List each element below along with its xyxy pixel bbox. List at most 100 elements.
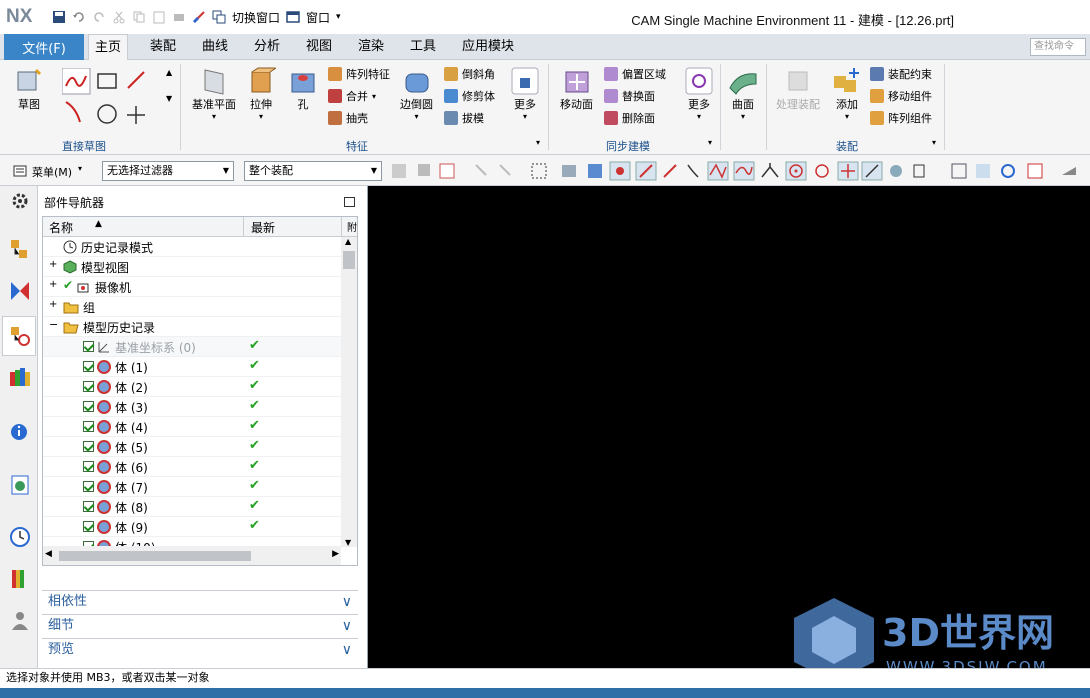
chevron-down-icon[interactable]: ▾ [212, 112, 216, 121]
scroll-thumb[interactable] [343, 251, 355, 269]
tree-row-body[interactable]: 体 (9) ✔ [43, 517, 341, 537]
system-material-icon[interactable] [9, 568, 31, 590]
visibility-checkbox[interactable] [83, 421, 94, 432]
tab-curve[interactable]: 曲线 [196, 34, 234, 60]
roles-icon[interactable] [9, 610, 31, 632]
tree-row-body[interactable]: 体 (4) ✔ [43, 417, 341, 437]
constraint-navigator-icon[interactable] [9, 280, 31, 302]
history-clock-icon[interactable] [9, 526, 31, 548]
tab-view[interactable]: 视图 [300, 34, 338, 60]
sketch-button[interactable]: 草图 [14, 66, 44, 112]
details-panel-header[interactable]: 细节 ∨ [42, 614, 358, 636]
tree-row-body[interactable]: 体 (6) ✔ [43, 457, 341, 477]
group-expand-icon[interactable]: ▾ [708, 138, 712, 147]
chevron-down-icon[interactable]: ▾ [78, 164, 82, 173]
part-navigator-tab[interactable] [2, 316, 36, 356]
web-browser-icon[interactable] [9, 474, 31, 496]
chevron-down-icon[interactable]: ▾ [414, 112, 418, 121]
process-assembly-button[interactable]: 处理装配 [776, 66, 820, 112]
command-search-input[interactable]: 查找命令 [1030, 38, 1086, 56]
visibility-checkbox[interactable] [83, 401, 94, 412]
assembly-navigator-icon[interactable] [9, 238, 31, 260]
tree-row-model-views[interactable]: + 模型视图 [43, 257, 341, 277]
snap-point-tools[interactable] [392, 161, 1082, 181]
visibility-checkbox[interactable] [83, 501, 94, 512]
tree-row-body[interactable]: 体 (3) ✔ [43, 397, 341, 417]
undo-icon[interactable] [72, 10, 86, 24]
more-features-button[interactable]: 更多 ▾ [510, 66, 540, 121]
unite-button[interactable]: 合并 ▾ [328, 86, 376, 106]
dependencies-panel-header[interactable]: 相依性 ∨ [42, 590, 358, 612]
visibility-checkbox[interactable] [83, 481, 94, 492]
more-sync-button[interactable]: 更多 ▾ [684, 66, 714, 121]
visibility-checkbox[interactable] [83, 461, 94, 472]
chevron-down-icon[interactable]: ▾ [523, 112, 527, 121]
add-component-button[interactable]: 添加 ▾ [832, 66, 862, 121]
chevron-down-icon[interactable]: ▾ [336, 12, 341, 22]
visibility-checkbox[interactable] [83, 341, 94, 352]
chevron-down-icon[interactable]: ▾ [741, 112, 745, 121]
group-expand-icon[interactable]: ▾ [536, 138, 540, 147]
tree-row-groups[interactable]: + 组 [43, 297, 341, 317]
datum-plane-button[interactable]: 基准平面 ▾ [192, 66, 236, 121]
copy-icon[interactable] [132, 10, 146, 24]
sort-ascending-icon[interactable]: ▲ [95, 219, 102, 229]
scroll-right-icon[interactable]: ▶ [332, 549, 339, 559]
preview-panel-header[interactable]: 预览 ∨ [42, 638, 358, 660]
vertical-scrollbar[interactable]: ▲ ▼ [341, 237, 357, 547]
repeat-command-icon[interactable] [172, 10, 186, 24]
expand-plus-icon[interactable]: + [49, 259, 57, 270]
tab-render[interactable]: 渲染 [352, 34, 390, 60]
scroll-left-icon[interactable]: ◀ [45, 549, 52, 559]
tree-row-body[interactable]: 体 (8) ✔ [43, 497, 341, 517]
tab-home[interactable]: 主页 [88, 34, 129, 60]
trim-body-button[interactable]: 修剪体 [444, 86, 495, 106]
settings-gear-icon[interactable] [9, 190, 31, 212]
visibility-checkbox[interactable] [83, 441, 94, 452]
tree-row-body[interactable]: 体 (5) ✔ [43, 437, 341, 457]
tab-analysis[interactable]: 分析 [248, 34, 286, 60]
chevron-down-icon[interactable]: ▾ [372, 92, 376, 101]
maximize-icon[interactable] [344, 197, 355, 207]
collapse-minus-icon[interactable]: − [49, 318, 58, 331]
chevron-down-icon[interactable]: ▾ [845, 112, 849, 121]
cut-icon[interactable] [112, 10, 126, 24]
tab-assembly[interactable]: 装配 [144, 34, 182, 60]
column-header-name[interactable]: 名称 [49, 219, 73, 236]
draft-button[interactable]: 拔模 [444, 108, 484, 128]
expand-plus-icon[interactable]: + [49, 279, 57, 290]
surface-button[interactable]: 曲面 ▾ [728, 66, 758, 121]
visibility-checkbox[interactable] [83, 361, 94, 372]
window-menu-button[interactable]: 窗口 [306, 9, 330, 26]
visibility-checkbox[interactable] [83, 381, 94, 392]
paste-icon[interactable] [152, 10, 166, 24]
pattern-feature-button[interactable]: 阵列特征 [328, 64, 390, 84]
tree-row-cameras[interactable]: + ✔ 摄像机 [43, 277, 341, 297]
chevron-down-icon[interactable]: ▾ [259, 112, 263, 121]
hole-button[interactable]: 孔 [288, 66, 318, 112]
type-filter-select[interactable]: 无选择过滤器 ▼ [102, 161, 234, 181]
group-expand-icon[interactable]: ▾ [932, 138, 936, 147]
visibility-checkbox[interactable] [83, 521, 94, 532]
touch-mode-icon[interactable] [192, 10, 206, 24]
column-header-latest[interactable]: 最新 [251, 219, 275, 236]
tab-tools[interactable]: 工具 [404, 34, 442, 60]
assembly-constraint-button[interactable]: 装配约束 [870, 64, 932, 84]
scroll-up-icon[interactable]: ▲ [345, 237, 351, 246]
move-face-button[interactable]: 移动面 [560, 66, 593, 112]
chamfer-button[interactable]: 倒斜角 [444, 64, 495, 84]
pattern-component-button[interactable]: 阵列组件 [870, 108, 932, 128]
chevron-down-icon[interactable]: ▾ [697, 112, 701, 121]
expand-plus-icon[interactable]: + [49, 299, 57, 310]
scroll-down-icon[interactable]: ▼ [345, 538, 351, 547]
delete-face-button[interactable]: 删除面 [604, 108, 655, 128]
replace-face-button[interactable]: 替换面 [604, 86, 655, 106]
menu-icon[interactable] [12, 163, 28, 179]
offset-region-button[interactable]: 偏置区域 [604, 64, 666, 84]
tree-row-model-history[interactable]: − 模型历史记录 [43, 317, 341, 337]
shell-button[interactable]: 抽壳 [328, 108, 368, 128]
tree-row-history-mode[interactable]: 历史记录模式 [43, 237, 341, 257]
window-icon[interactable] [286, 10, 300, 24]
sketch-curve-tools[interactable] [62, 68, 162, 128]
gallery-up-icon[interactable]: ▲ [166, 68, 172, 77]
